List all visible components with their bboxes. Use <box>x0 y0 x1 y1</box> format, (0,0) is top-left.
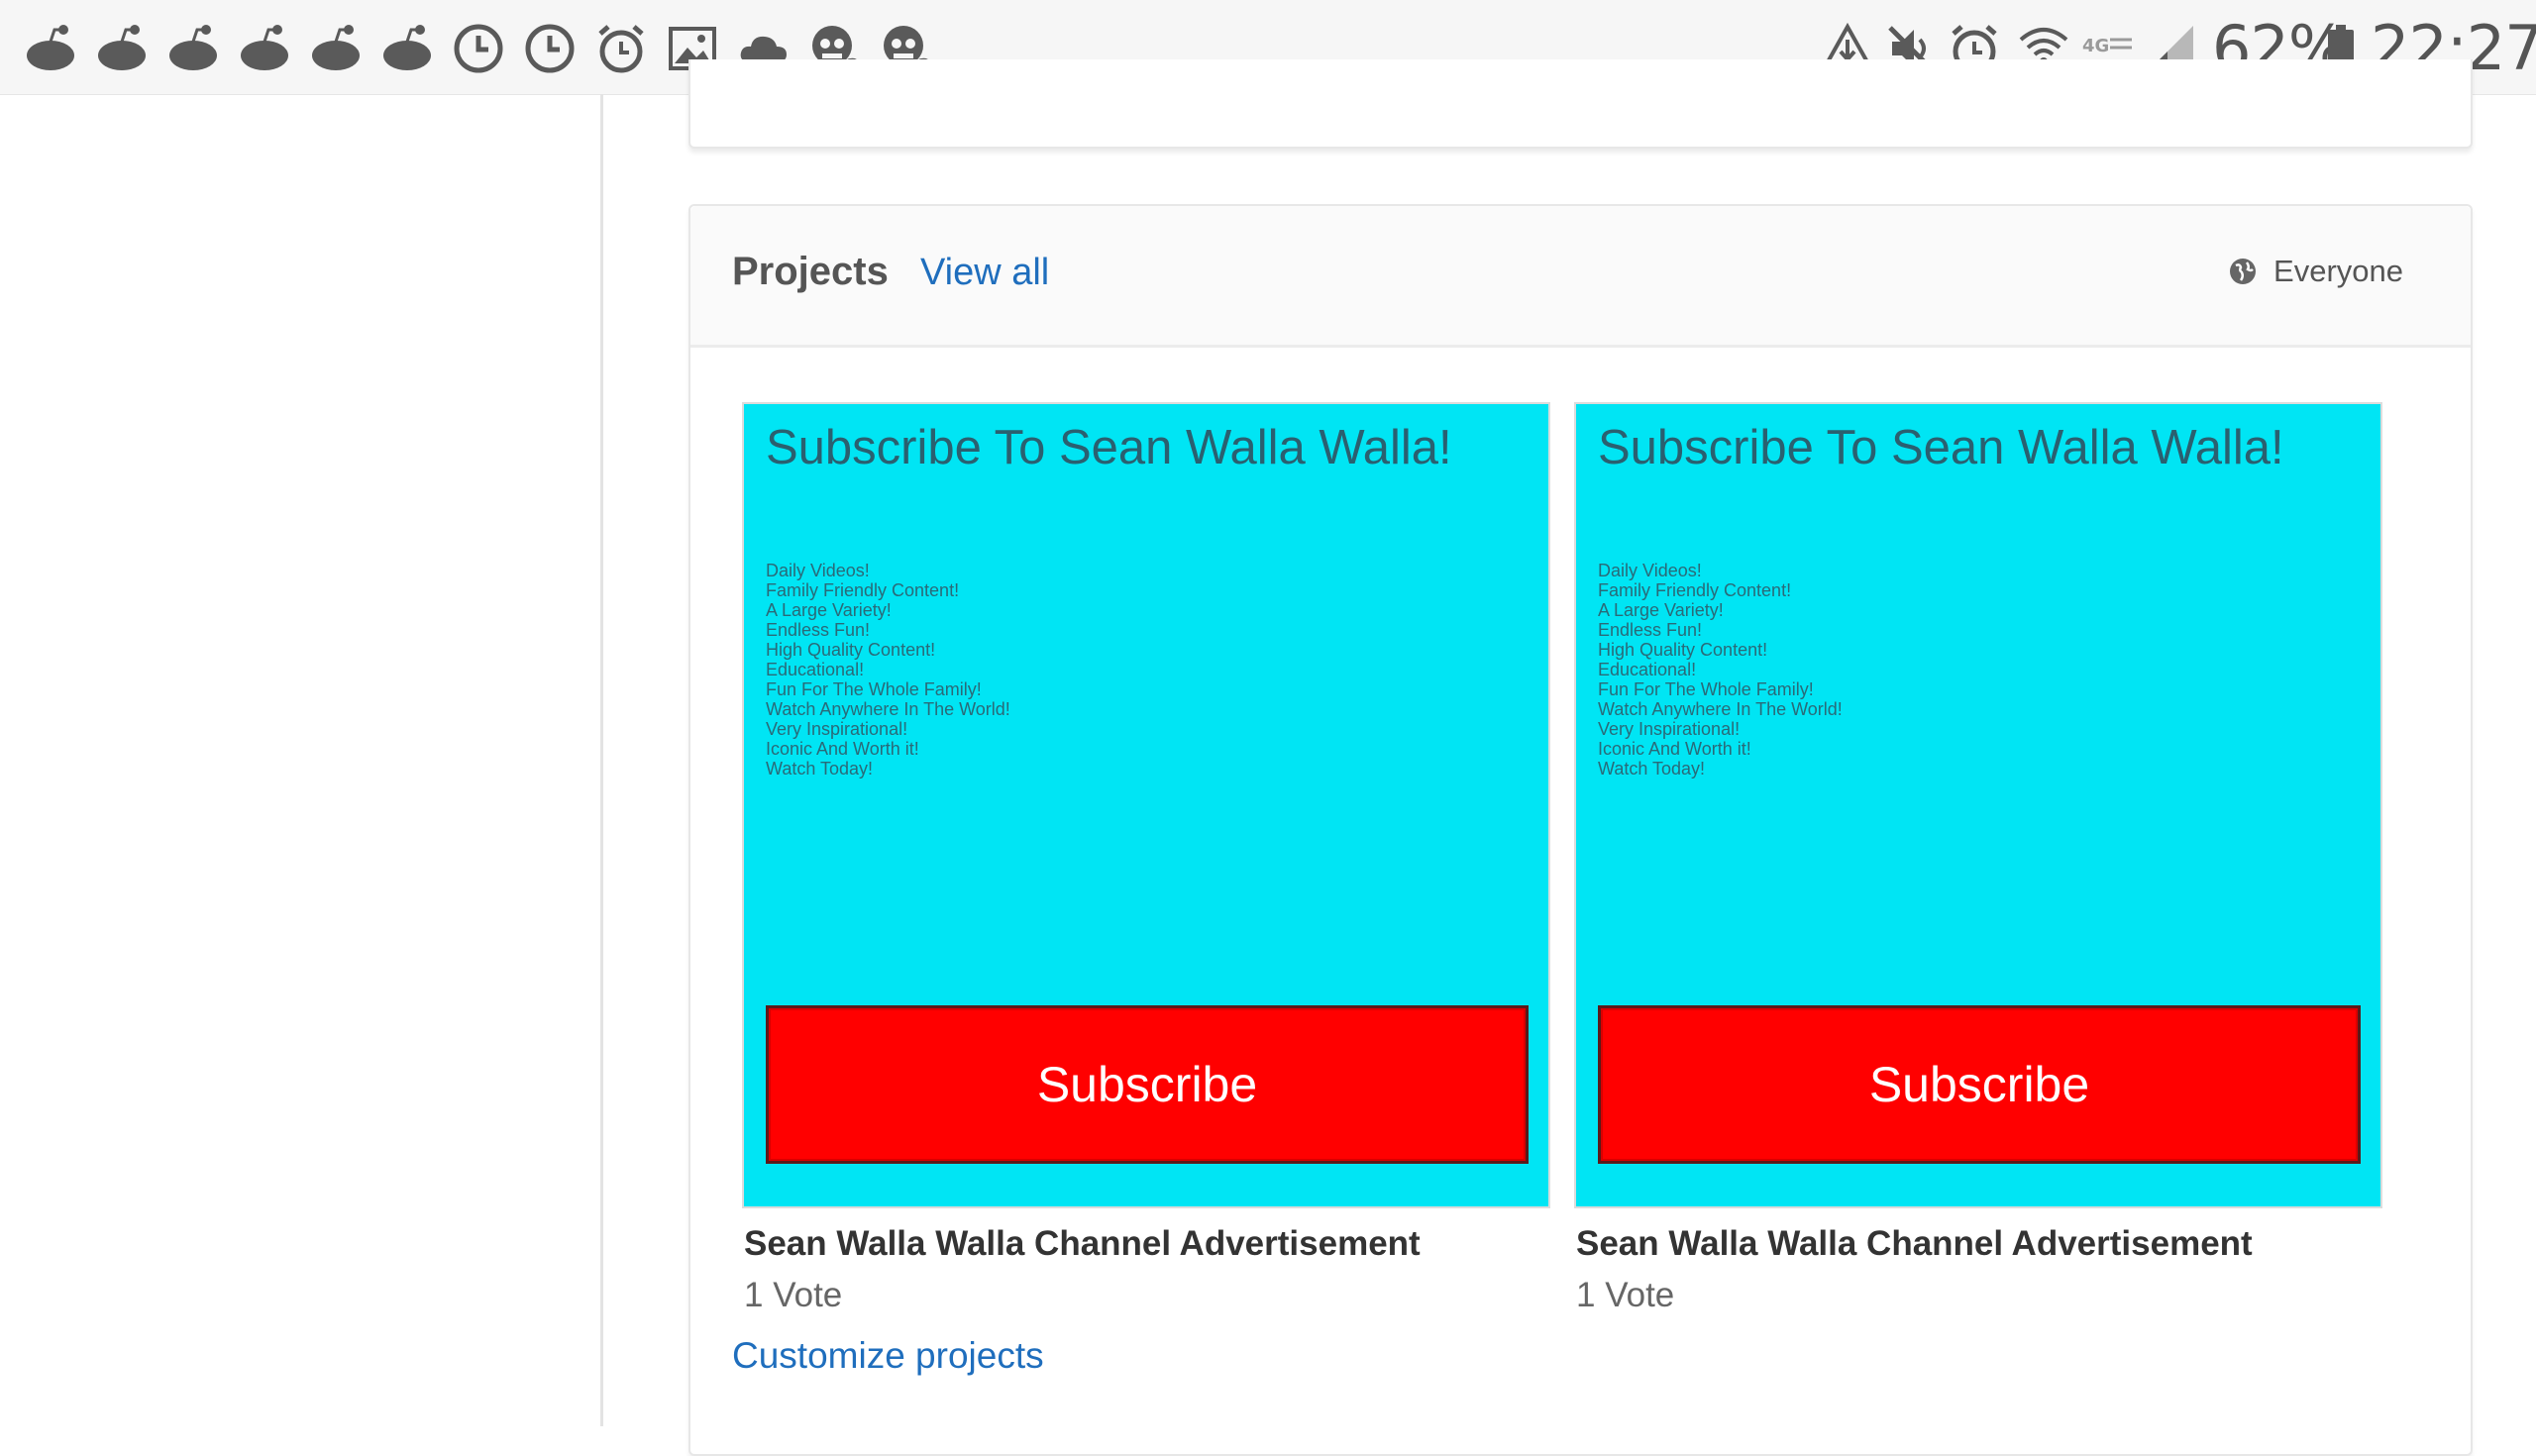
project-votes: 1 Vote <box>744 1276 843 1314</box>
thumbnail-line: Educational! <box>1598 660 1697 679</box>
project-name[interactable]: Sean Walla Walla Channel Advertisement <box>744 1224 1548 1264</box>
thumbnail-line: Watch Anywhere In The World! <box>766 699 1010 719</box>
reddit-icon <box>166 22 220 75</box>
thumbnail-subscribe-graphic: Subscribe <box>766 1005 1529 1164</box>
project-tile[interactable]: Subscribe To Sean Walla Walla! Daily Vid… <box>1574 402 2382 1315</box>
reddit-icon <box>238 22 291 75</box>
thumbnail-heading: Subscribe To Sean Walla Walla! <box>1598 421 2284 474</box>
thumbnail-line: Fun For The Whole Family! <box>766 679 982 699</box>
previous-card <box>688 59 2473 149</box>
clock-icon <box>452 22 505 75</box>
clock-icon <box>523 22 577 75</box>
thumbnail-line: A Large Variety! <box>766 600 892 620</box>
thumbnail-line: Endless Fun! <box>766 620 871 640</box>
thumbnail-feature-list: Daily Videos! Family Friendly Content! A… <box>1598 561 1843 779</box>
thumbnail-subscribe-graphic: Subscribe <box>1598 1005 2361 1164</box>
reddit-icon <box>95 22 149 75</box>
customize-projects-link[interactable]: Customize projects <box>732 1335 1044 1377</box>
thumbnail-line: Very Inspirational! <box>766 719 908 739</box>
project-votes: 1 Vote <box>1576 1276 1675 1314</box>
thumbnail-line: Educational! <box>766 660 865 679</box>
thumbnail-line: Daily Videos! <box>766 561 870 580</box>
thumbnail-feature-list: Daily Videos! Family Friendly Content! A… <box>766 561 1010 779</box>
projects-title: Projects <box>732 250 889 293</box>
reddit-icon <box>309 22 363 75</box>
svg-text:4G: 4G <box>2082 36 2109 56</box>
thumbnail-line: Family Friendly Content! <box>1598 580 1792 600</box>
thumbnail-line: Fun For The Whole Family! <box>1598 679 1814 699</box>
thumbnail-line: Endless Fun! <box>1598 620 1703 640</box>
project-thumbnail[interactable]: Subscribe To Sean Walla Walla! Daily Vid… <box>742 402 1550 1208</box>
thumbnail-line: A Large Variety! <box>1598 600 1724 620</box>
thumbnail-line: Iconic And Worth it! <box>766 739 919 759</box>
thumbnail-line: Iconic And Worth it! <box>1598 739 1751 759</box>
thumbnail-line: Watch Today! <box>1598 759 1706 779</box>
thumbnail-line: High Quality Content! <box>1598 640 1768 660</box>
privacy-setting[interactable]: Everyone <box>2228 254 2403 289</box>
projects-card-header: Projects View all Everyone <box>690 206 2471 348</box>
reddit-icon <box>24 22 77 75</box>
view-all-link[interactable]: View all <box>920 252 1049 294</box>
thumbnail-line: Very Inspirational! <box>1598 719 1741 739</box>
privacy-label: Everyone <box>2273 254 2403 288</box>
globe-icon <box>2228 257 2258 286</box>
project-tile[interactable]: Subscribe To Sean Walla Walla! Daily Vid… <box>742 402 1550 1315</box>
thumbnail-line: Daily Videos! <box>1598 561 1702 580</box>
thumbnail-heading: Subscribe To Sean Walla Walla! <box>766 421 1452 474</box>
thumbnail-line: Watch Today! <box>766 759 874 779</box>
thumbnail-line: Family Friendly Content! <box>766 580 960 600</box>
alarm-icon <box>594 22 648 75</box>
projects-card: Projects View all Everyone Subscribe To … <box>688 204 2473 1456</box>
project-thumbnail[interactable]: Subscribe To Sean Walla Walla! Daily Vid… <box>1574 402 2382 1208</box>
thumbnail-line: High Quality Content! <box>766 640 936 660</box>
thumbnail-line: Watch Anywhere In The World! <box>1598 699 1843 719</box>
sidebar-divider <box>600 94 603 1426</box>
project-name[interactable]: Sean Walla Walla Channel Advertisement <box>1576 1224 2380 1264</box>
reddit-icon <box>380 22 434 75</box>
